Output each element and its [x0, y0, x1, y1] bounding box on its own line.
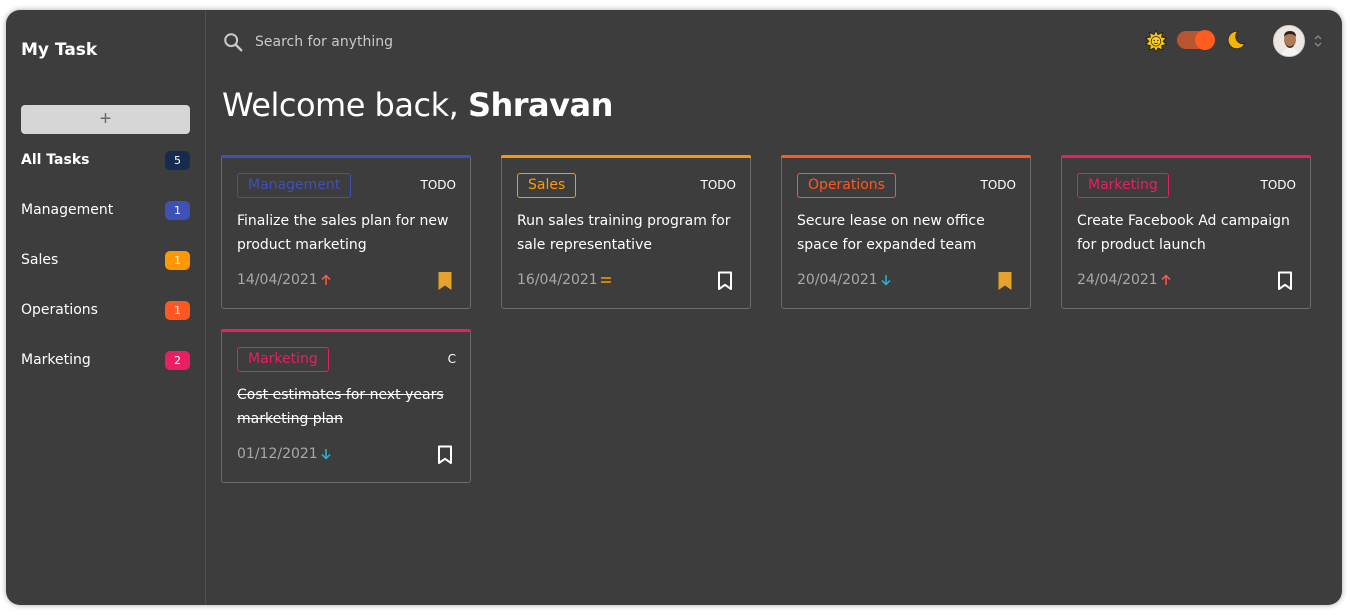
- status-label: C: [447, 352, 456, 366]
- task-title: Secure lease on new office space for exp…: [797, 213, 985, 253]
- moon-icon: [1227, 30, 1246, 50]
- bookmark-icon[interactable]: [997, 271, 1013, 291]
- add-task-button[interactable]: +: [21, 105, 190, 134]
- sidebar-item-label: Sales: [21, 252, 59, 268]
- user-avatar-icon: [1274, 26, 1304, 56]
- sidebar-item-marketing[interactable]: Marketing 2: [21, 349, 190, 371]
- sidebar-item-operations[interactable]: Operations 1: [21, 299, 190, 321]
- bookmark-icon[interactable]: [717, 271, 733, 291]
- theme-toggle[interactable]: [1177, 30, 1215, 50]
- count-badge: 1: [165, 250, 190, 270]
- chevron-up-down-icon[interactable]: [1313, 33, 1323, 49]
- count-badge: 2: [165, 350, 190, 370]
- task-card[interactable]: Sales TODO Run sales training program fo…: [501, 155, 751, 309]
- status-label: TODO: [420, 178, 456, 192]
- sidebar-item-label: Operations: [21, 302, 98, 318]
- card-accent-bar: [221, 155, 471, 158]
- arrow-down-icon: [321, 449, 331, 460]
- arrow-down-icon: [881, 275, 891, 286]
- toggle-knob: [1195, 30, 1215, 50]
- status-label: TODO: [980, 178, 1016, 192]
- arrow-up-icon: [1161, 274, 1171, 285]
- search-icon[interactable]: [222, 31, 244, 53]
- welcome-prefix: Welcome back,: [222, 86, 468, 124]
- sidebar-item-sales[interactable]: Sales 1: [21, 249, 190, 271]
- card-accent-bar: [501, 155, 751, 158]
- card-accent-bar: [221, 329, 471, 332]
- search-input[interactable]: [255, 31, 555, 53]
- bookmark-icon[interactable]: [1277, 271, 1293, 291]
- status-label: TODO: [700, 178, 736, 192]
- bookmark-icon[interactable]: [437, 271, 453, 291]
- category-tag[interactable]: Marketing: [237, 347, 329, 372]
- task-title: Create Facebook Ad campaign for product …: [1077, 213, 1290, 253]
- avatar[interactable]: [1273, 25, 1305, 57]
- task-card[interactable]: Management TODO Finalize the sales plan …: [221, 155, 471, 309]
- due-date: 01/12/2021: [237, 446, 318, 462]
- app-window: My Task + All Tasks 5 Management 1 Sales…: [6, 10, 1342, 605]
- count-badge: 5: [165, 150, 190, 170]
- equal-icon: [601, 277, 611, 283]
- card-accent-bar: [781, 155, 1031, 158]
- due-date: 24/04/2021: [1077, 272, 1158, 288]
- user-name: Shravan: [467, 86, 613, 124]
- task-title: Cost estimates for next years marketing …: [237, 387, 444, 427]
- task-card[interactable]: Operations TODO Secure lease on new offi…: [781, 155, 1031, 309]
- task-title: Finalize the sales plan for new product …: [237, 213, 449, 253]
- count-badge: 1: [165, 200, 190, 220]
- bookmark-icon[interactable]: [437, 445, 453, 465]
- sun-icon: [1145, 30, 1167, 52]
- category-tag[interactable]: Management: [237, 173, 352, 198]
- count-badge: 1: [165, 300, 190, 320]
- due-date: 14/04/2021: [237, 272, 318, 288]
- due-date: 20/04/2021: [797, 272, 878, 288]
- task-title: Run sales training program for sale repr…: [517, 213, 731, 253]
- sidebar-item-label: Marketing: [21, 352, 91, 368]
- category-tag[interactable]: Sales: [517, 173, 577, 198]
- category-tag[interactable]: Operations: [797, 173, 896, 198]
- due-date: 16/04/2021: [517, 272, 598, 288]
- sidebar: My Task + All Tasks 5 Management 1 Sales…: [6, 10, 206, 605]
- page-title: Welcome back, Shravan: [222, 86, 613, 124]
- category-tag[interactable]: Marketing: [1077, 173, 1169, 198]
- sidebar-item-management[interactable]: Management 1: [21, 199, 190, 221]
- sidebar-item-label: All Tasks: [21, 152, 90, 168]
- brand-title: My Task: [21, 40, 98, 60]
- sidebar-item-all-tasks[interactable]: All Tasks 5: [21, 149, 190, 171]
- arrow-up-icon: [321, 274, 331, 285]
- task-card[interactable]: Marketing C Cost estimates for next year…: [221, 329, 471, 483]
- task-card[interactable]: Marketing TODO Create Facebook Ad campai…: [1061, 155, 1311, 309]
- status-label: TODO: [1260, 178, 1296, 192]
- card-accent-bar: [1061, 155, 1311, 158]
- sidebar-item-label: Management: [21, 202, 114, 218]
